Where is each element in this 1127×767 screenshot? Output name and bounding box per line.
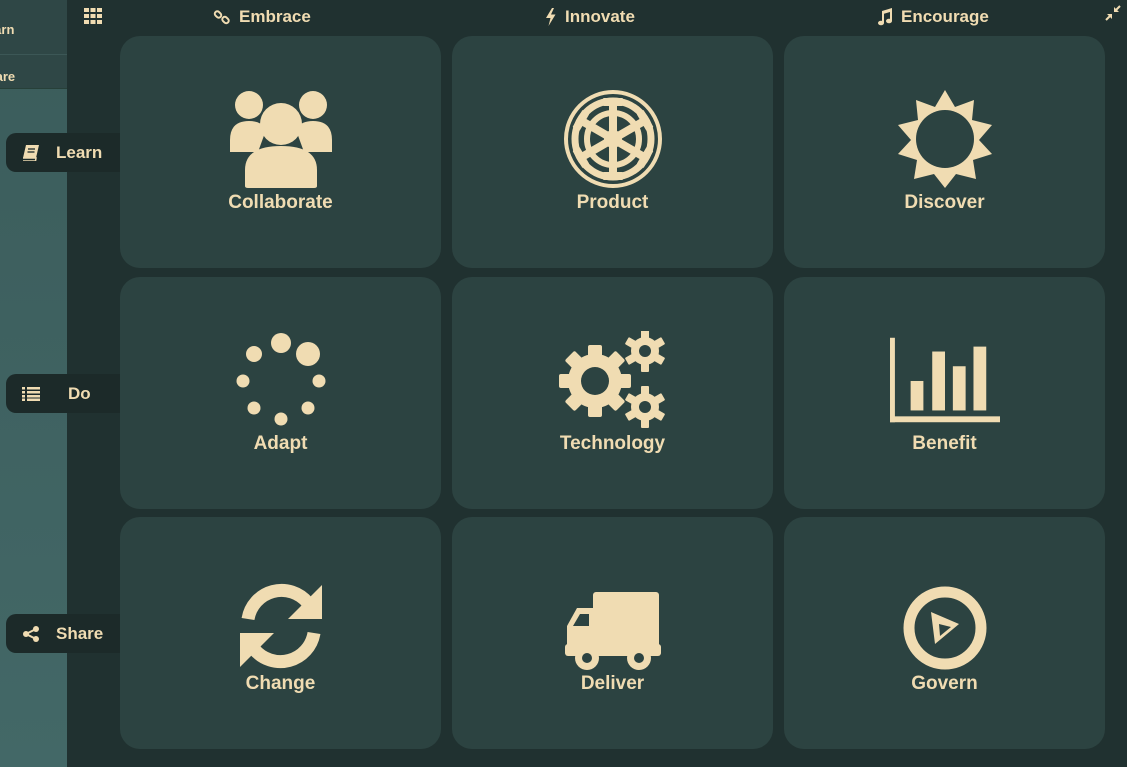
- tile-change[interactable]: Change: [120, 517, 441, 749]
- main-panel: Embrace Innovate Encourage Collaborate P…: [67, 0, 1127, 767]
- book-icon: [6, 144, 56, 161]
- bolt-icon: [545, 8, 557, 26]
- left-sidebar-item-share[interactable]: Share: [0, 54, 67, 98]
- tile-collaborate[interactable]: Collaborate: [120, 36, 441, 268]
- side-tab-label: Learn: [56, 142, 103, 162]
- link-icon: [213, 8, 231, 26]
- tile-govern[interactable]: Govern: [784, 517, 1105, 749]
- tile-label: Deliver: [580, 673, 645, 694]
- truck-icon: [558, 581, 668, 683]
- tile-adapt[interactable]: Adapt: [120, 277, 441, 509]
- tile-label: Discover: [904, 192, 985, 213]
- nav-item-embrace[interactable]: Embrace: [213, 6, 311, 28]
- tile-benefit[interactable]: Benefit: [784, 277, 1105, 509]
- nav-item-encourage[interactable]: Encourage: [877, 6, 989, 28]
- left-sidebar-menu: Learn Share: [0, 0, 67, 89]
- users-icon: [226, 88, 336, 190]
- top-nav: Embrace Innovate Encourage: [67, 0, 1127, 34]
- compass-icon: [890, 577, 1000, 679]
- tile-label: Product: [576, 192, 649, 213]
- tile-label: Benefit: [912, 433, 977, 454]
- nav-item-label: Encourage: [901, 7, 989, 26]
- side-tab-learn[interactable]: Learn: [6, 133, 120, 172]
- left-sidebar-item-label: Share: [0, 69, 16, 84]
- nav-item-innovate[interactable]: Innovate: [545, 6, 635, 28]
- side-tab-do[interactable]: Do: [6, 374, 120, 413]
- tile-technology[interactable]: Technology: [452, 277, 773, 509]
- compress-icon[interactable]: [1105, 5, 1121, 21]
- refresh-icon: [226, 575, 336, 677]
- grid-menu-icon[interactable]: [84, 8, 104, 26]
- nav-item-label: Embrace: [239, 7, 311, 26]
- tile-label: Technology: [559, 433, 666, 454]
- tile-label: Change: [245, 673, 316, 694]
- tile-label: Govern: [911, 673, 978, 694]
- music-icon: [877, 8, 893, 26]
- empire-icon: [558, 88, 668, 190]
- tile-discover[interactable]: Discover: [784, 36, 1105, 268]
- left-sidebar-item-label: Learn: [0, 22, 15, 37]
- spinner-icon: [226, 329, 336, 431]
- nav-item-label: Innovate: [565, 7, 635, 26]
- share-icon: [6, 625, 56, 642]
- bar-chart-icon: [889, 329, 1000, 431]
- tile-label: Collaborate: [228, 192, 333, 213]
- tile-deliver[interactable]: Deliver: [452, 517, 773, 749]
- sun-icon: [890, 88, 1000, 190]
- side-tab-label: Do: [68, 383, 91, 403]
- side-tab-label: Share: [56, 623, 104, 643]
- tile-product[interactable]: Product: [452, 36, 773, 268]
- gears-icon: [558, 329, 668, 431]
- list-icon: [6, 386, 56, 401]
- tile-label: Adapt: [253, 433, 308, 454]
- left-sidebar-item-learn[interactable]: Learn: [0, 8, 67, 52]
- side-tab-share[interactable]: Share: [6, 614, 120, 653]
